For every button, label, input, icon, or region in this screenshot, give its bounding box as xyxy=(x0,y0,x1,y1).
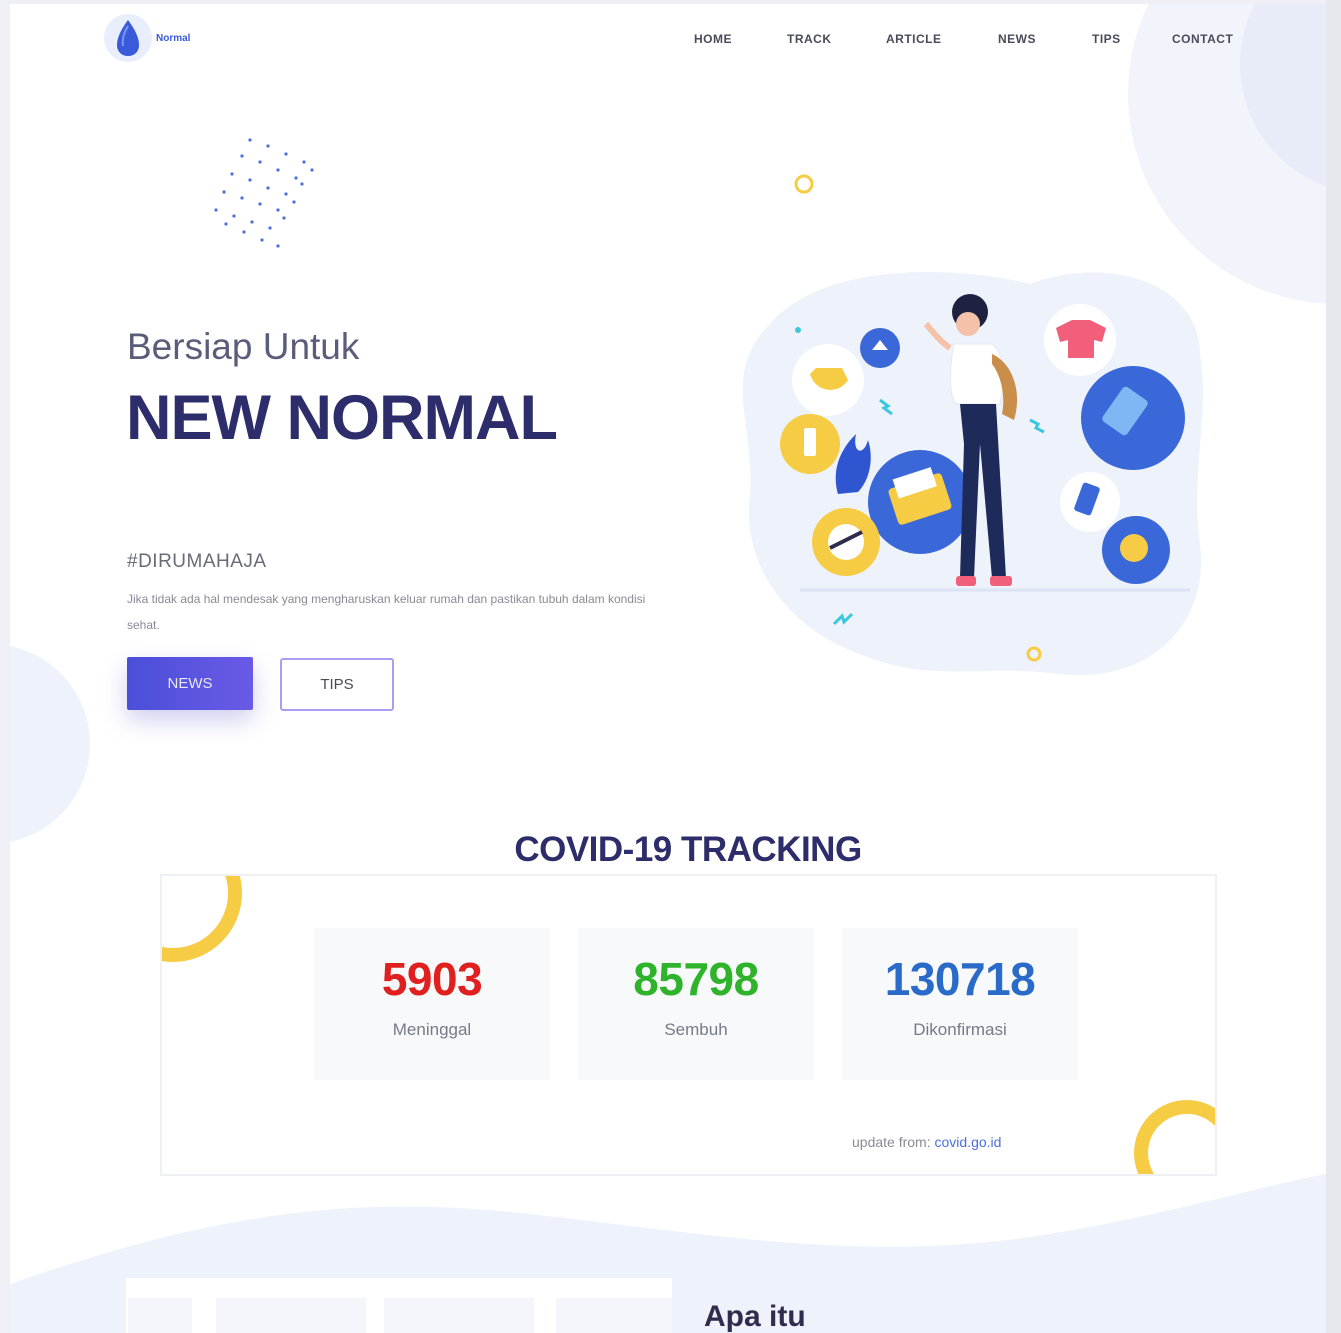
nav-contact[interactable]: CONTACT xyxy=(1172,32,1233,46)
article-thumb xyxy=(384,1298,534,1333)
stat-label-confirmed: Dikonfirmasi xyxy=(913,1020,1007,1039)
hero-illustration xyxy=(742,272,1203,676)
decor-blob-left xyxy=(10,644,90,844)
hero-hashtag: #DIRUMAHAJA xyxy=(127,551,267,572)
nav-home[interactable]: HOME xyxy=(694,32,732,46)
tracking-card: 5903 Meninggal 85798 Sembuh 130718 Dikon… xyxy=(160,874,1217,1176)
news-button[interactable]: NEWS xyxy=(127,657,253,710)
window-edge xyxy=(1326,0,1341,1333)
main-nav: HOME TRACK ARTICLE NEWS TIPS CONTACT xyxy=(10,32,1326,48)
update-prefix: update from: xyxy=(852,1134,931,1150)
section-title-apa-itu: Apa itu xyxy=(704,1300,806,1333)
tips-button[interactable]: TIPS xyxy=(280,658,394,711)
stat-value-confirmed: 130718 xyxy=(884,953,1036,1005)
article-thumb xyxy=(216,1298,366,1333)
nav-tips[interactable]: TIPS xyxy=(1092,32,1121,46)
update-source: update from: covid.go.id xyxy=(852,1134,1001,1150)
stat-value-recovered: 85798 xyxy=(633,953,759,1005)
article-thumb xyxy=(128,1298,192,1333)
nav-article[interactable]: ARTICLE xyxy=(886,32,942,46)
ring-decoration-bottom-right xyxy=(1134,1100,1215,1174)
hero-subtitle: Bersiap Untuk xyxy=(127,326,360,367)
stat-card-recovered: 85798 Sembuh xyxy=(578,928,814,1080)
stat-label-recovered: Sembuh xyxy=(664,1020,728,1039)
stat-label-deaths: Meninggal xyxy=(392,1020,472,1039)
ring-decoration-top-left xyxy=(162,876,242,962)
dot-pattern-decoration xyxy=(214,138,314,248)
tracking-title: COVID-19 TRACKING xyxy=(514,830,862,869)
stat-card-deaths: 5903 Meninggal xyxy=(314,928,550,1080)
hero-description: Jika tidak ada hal mendesak yang menghar… xyxy=(127,592,646,632)
page-frame: Normal HOME TRACK ARTICLE NEWS TIPS CONT… xyxy=(10,4,1326,1333)
hero-title: NEW NORMAL xyxy=(126,383,558,453)
ring-decoration-small xyxy=(794,174,814,194)
nav-news[interactable]: NEWS xyxy=(998,32,1036,46)
nav-track[interactable]: TRACK xyxy=(787,32,832,46)
article-thumb xyxy=(556,1298,672,1333)
update-source-link[interactable]: covid.go.id xyxy=(935,1134,1002,1150)
stat-value-deaths: 5903 xyxy=(381,953,483,1005)
stat-card-confirmed: 130718 Dikonfirmasi xyxy=(842,928,1078,1080)
